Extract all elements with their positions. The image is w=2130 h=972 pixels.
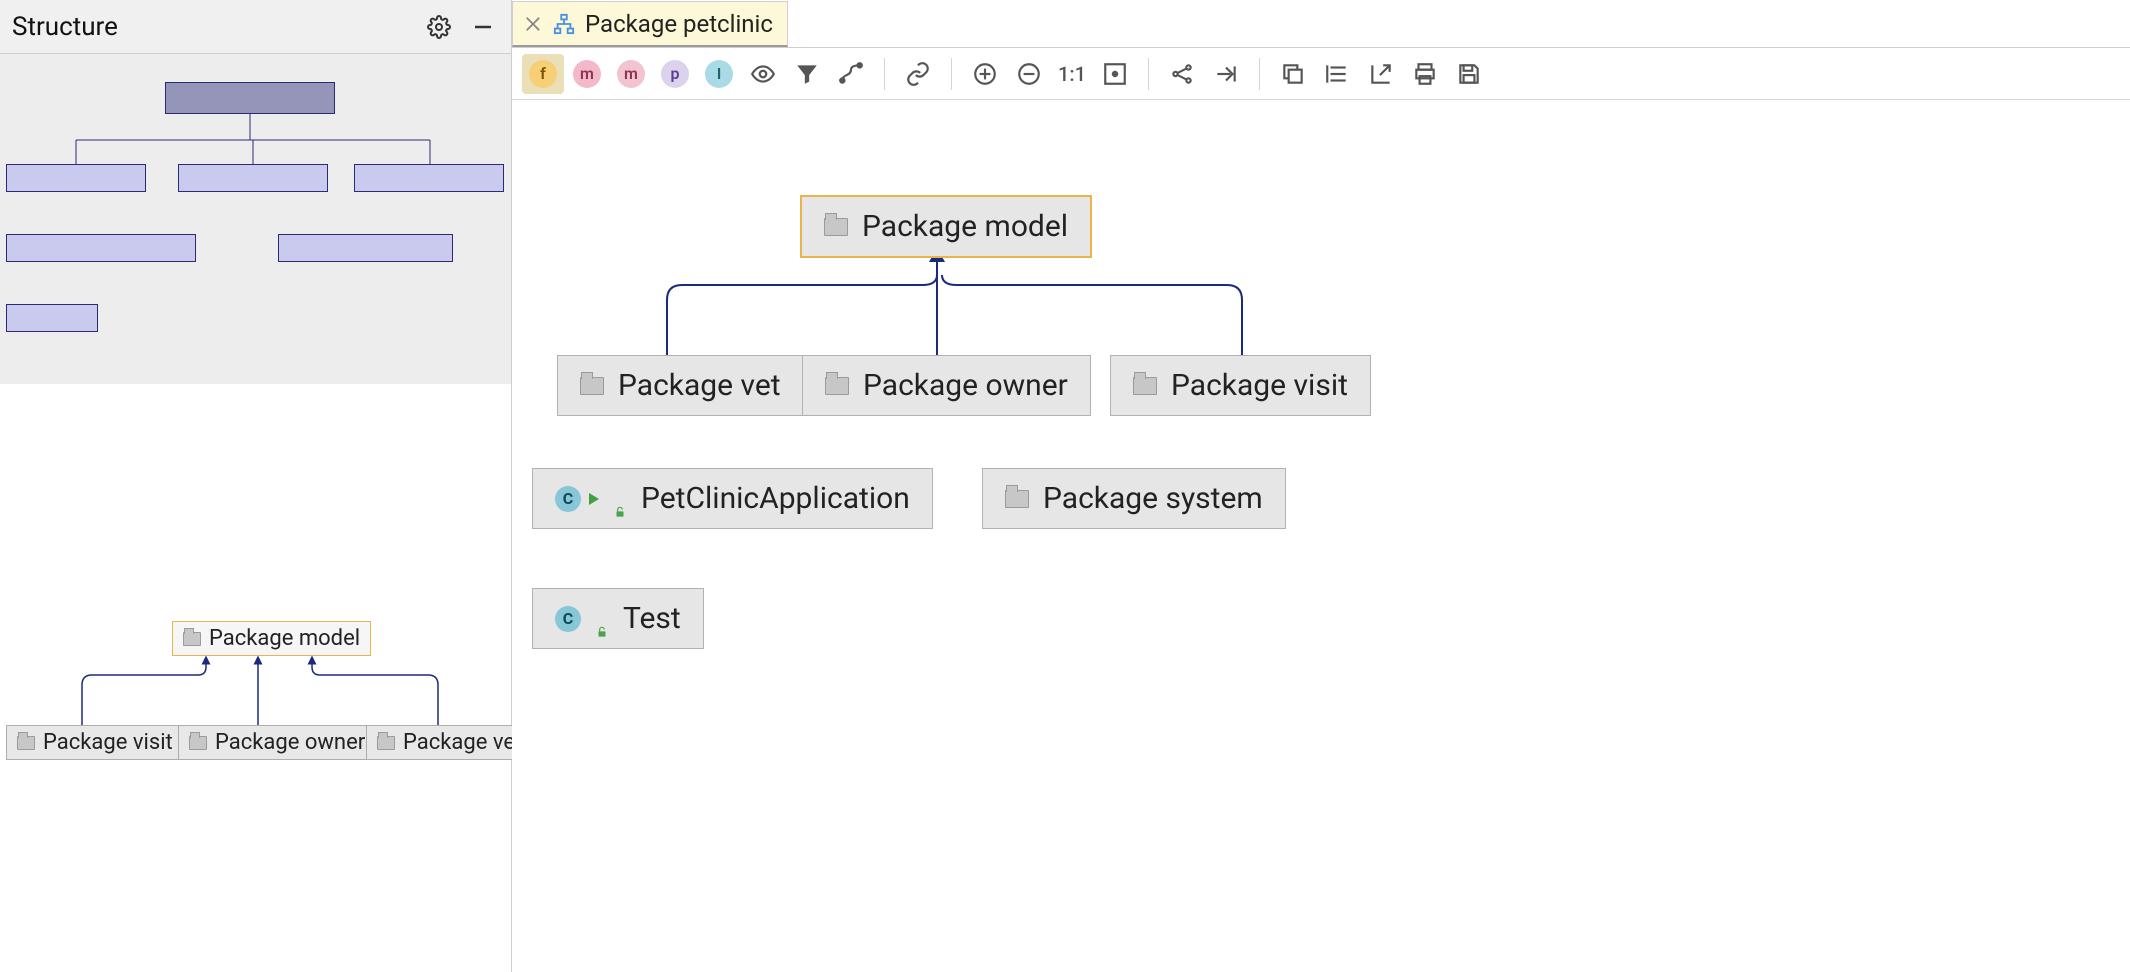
node-package-vet[interactable]: Package vet: [557, 355, 804, 416]
package-icon: [1133, 377, 1157, 395]
scope-fields-button[interactable]: f: [522, 54, 564, 94]
mini-node-label: Package visit: [43, 730, 173, 755]
package-icon: [17, 736, 35, 750]
overview-node[interactable]: [6, 304, 98, 332]
mini-node-label: Package vet: [403, 730, 522, 755]
mini-node-label: Package owner: [215, 730, 365, 755]
package-icon: [1005, 490, 1029, 508]
node-package-model[interactable]: Package model: [800, 195, 1092, 258]
node-test[interactable]: C Test: [532, 588, 704, 649]
gear-icon[interactable]: [423, 11, 455, 43]
node-package-visit[interactable]: Package visit: [1110, 355, 1371, 416]
node-label: Package visit: [1171, 368, 1348, 403]
package-icon: [189, 736, 207, 750]
class-icon: C: [555, 606, 581, 632]
class-icon: C: [555, 486, 581, 512]
package-icon: [377, 736, 395, 750]
zoom-out-icon[interactable]: [1008, 54, 1050, 94]
node-label: Package model: [862, 209, 1068, 244]
diagram-toolbar: f m m p I 1:1: [512, 48, 2130, 100]
overview-node[interactable]: [278, 234, 453, 262]
zoom-ratio-button[interactable]: 1:1: [1052, 54, 1092, 94]
mini-node-owner[interactable]: Package owner: [178, 725, 376, 760]
print-icon[interactable]: [1404, 54, 1446, 94]
list-icon[interactable]: [1316, 54, 1358, 94]
overview-node[interactable]: [6, 164, 146, 192]
overview-node[interactable]: [6, 234, 196, 262]
structure-overview[interactable]: [0, 54, 511, 384]
scope-inner-button[interactable]: I: [698, 54, 740, 94]
package-icon: [183, 632, 201, 646]
diagram-icon: [553, 13, 575, 35]
scope-methods-star-button[interactable]: m: [566, 54, 608, 94]
save-icon[interactable]: [1448, 54, 1490, 94]
structure-header: Structure: [0, 0, 511, 54]
mini-node-model[interactable]: Package model: [172, 621, 371, 656]
node-label: Test: [623, 601, 681, 636]
diagram-canvas[interactable]: Package model Package vet Package owner …: [512, 100, 2130, 972]
lock-icon: [595, 612, 609, 626]
tab-package-petclinic[interactable]: Package petclinic: [512, 1, 788, 47]
node-label: Package owner: [863, 368, 1068, 403]
mini-node-label: Package model: [209, 626, 360, 651]
overview-node[interactable]: [354, 164, 504, 192]
overview-node[interactable]: [178, 164, 328, 192]
node-petclinicapplication[interactable]: C PetClinicApplication: [532, 468, 933, 529]
visibility-icon[interactable]: [742, 54, 784, 94]
structure-panel: Structure: [0, 0, 512, 972]
close-icon[interactable]: [523, 14, 543, 34]
scope-properties-button[interactable]: p: [654, 54, 696, 94]
node-package-owner[interactable]: Package owner: [802, 355, 1091, 416]
minimize-icon[interactable]: [467, 11, 499, 43]
package-icon: [825, 377, 849, 395]
zoom-in-icon[interactable]: [964, 54, 1006, 94]
mini-diagram[interactable]: Package model Package visit Package owne…: [0, 607, 512, 767]
tab-label: Package petclinic: [585, 10, 773, 38]
editor-tabbar: Package petclinic: [512, 0, 2130, 48]
forward-icon[interactable]: [1205, 54, 1247, 94]
mini-node-vet[interactable]: Package vet: [366, 725, 533, 760]
link-icon[interactable]: [897, 54, 939, 94]
share-icon[interactable]: [1161, 54, 1203, 94]
copy-icon[interactable]: [1272, 54, 1314, 94]
run-icon: [589, 493, 599, 505]
node-package-system[interactable]: Package system: [982, 468, 1286, 529]
node-label: PetClinicApplication: [641, 481, 910, 516]
node-label: Package vet: [618, 368, 781, 403]
fit-screen-icon[interactable]: [1094, 54, 1136, 94]
scope-methods-button[interactable]: m: [610, 54, 652, 94]
structure-title: Structure: [12, 12, 118, 42]
package-icon: [824, 218, 848, 236]
export-icon[interactable]: [1360, 54, 1402, 94]
mini-node-visit[interactable]: Package visit: [6, 725, 184, 760]
filter-icon[interactable]: [786, 54, 828, 94]
editor-pane: Package petclinic f m m p I 1:1: [512, 0, 2130, 972]
overview-node-root[interactable]: [165, 82, 335, 114]
node-label: Package system: [1043, 481, 1263, 516]
lock-icon: [613, 492, 627, 506]
route-icon[interactable]: [830, 54, 872, 94]
package-icon: [580, 377, 604, 395]
